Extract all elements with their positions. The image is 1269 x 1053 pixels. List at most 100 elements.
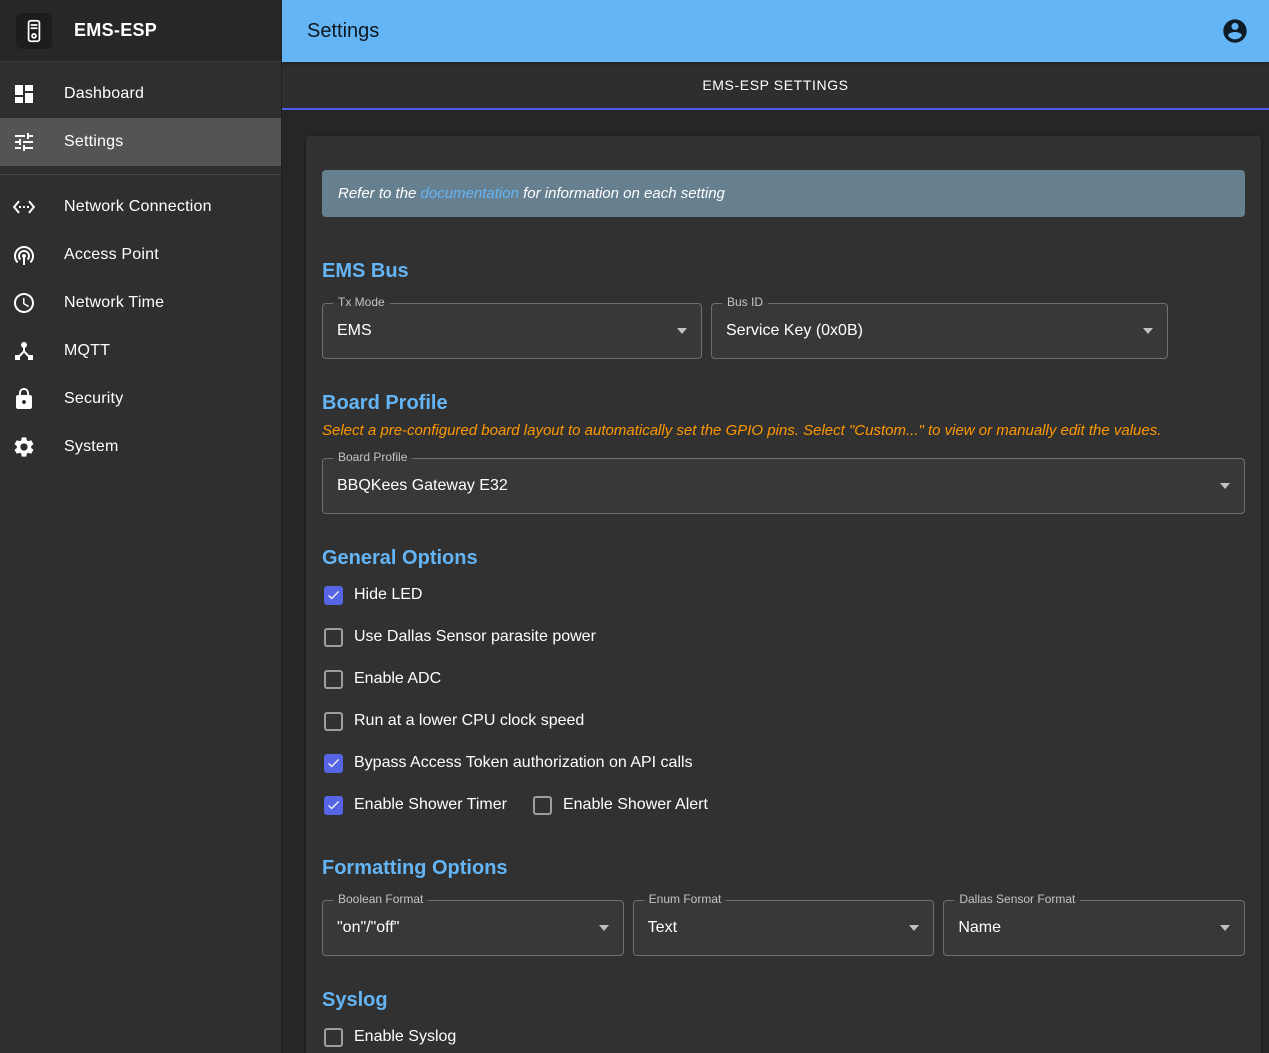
sidebar-item-dashboard[interactable]: Dashboard [0,70,281,118]
sidebar-divider [0,174,281,175]
sidebar-item-settings[interactable]: Settings [0,118,281,166]
checkbox-row: Enable Shower Timer Enable Shower Alert [322,784,1245,826]
sidebar-item-security[interactable]: Security [0,375,281,423]
sidebar-item-system[interactable]: System [0,423,281,471]
tab-label: EMS-ESP SETTINGS [702,77,848,93]
checkbox-row: Use Dallas Sensor parasite power [322,616,1245,658]
field-value: BBQKees Gateway E32 [337,477,508,495]
field-value: Service Key (0x0B) [726,322,863,340]
checkbox-enable-shower-timer[interactable]: Enable Shower Timer [322,796,507,815]
checkbox-icon [324,712,343,731]
dropdown-arrow-icon [677,328,687,334]
sidebar-item-access-point[interactable]: Access Point [0,231,281,279]
checkbox-label: Use Dallas Sensor parasite power [354,628,596,646]
checkbox-row: Bypass Access Token authorization on API… [322,742,1245,784]
checkbox-icon [324,670,343,689]
lock-icon [12,387,36,411]
wifi-tethering-icon [12,243,36,267]
select-bus-id[interactable]: Bus ID Service Key (0x0B) [711,303,1168,359]
ems-esp-logo-icon [16,13,52,49]
app-root: EMS-ESP Dashboard Settings Netwo [0,0,1269,1053]
sidebar-item-label: System [64,438,119,456]
dropdown-arrow-icon [1220,925,1230,931]
section-title-general-options: General Options [322,546,1245,570]
device-hub-icon [12,339,36,363]
info-banner: Refer to the documentation for informati… [322,170,1245,217]
content-scroll-area[interactable]: Refer to the documentation for informati… [282,110,1269,1053]
field-value: EMS [337,322,372,340]
sidebar-item-mqtt[interactable]: MQTT [0,327,281,375]
checkbox-label: Enable Shower Timer [354,796,507,814]
checkbox-label: Enable Syslog [354,1028,456,1046]
field-value: Name [958,919,1001,937]
dropdown-arrow-icon [909,925,919,931]
sidebar-header: EMS-ESP [0,0,281,62]
board-profile-fields: Board Profile BBQKees Gateway E32 [322,458,1245,514]
main-area: Settings EMS-ESP SETTINGS Refer to the d… [282,0,1269,1053]
select-board-profile[interactable]: Board Profile BBQKees Gateway E32 [322,458,1245,514]
checkbox-icon [533,796,552,815]
tune-icon [12,130,36,154]
checkbox-enable-syslog[interactable]: Enable Syslog [322,1028,456,1047]
syslog-options-list: Enable Syslog [322,1016,1245,1053]
ems-bus-fields: Tx Mode EMS Bus ID Service Key (0x0B) [322,303,1245,359]
gear-icon [12,435,36,459]
checkbox-icon [324,754,343,773]
select-enum-format[interactable]: Enum Format Text [633,900,935,956]
checkbox-enable-adc[interactable]: Enable ADC [322,670,441,689]
checkbox-label: Bypass Access Token authorization on API… [354,754,693,772]
dropdown-arrow-icon [1143,328,1153,334]
dropdown-arrow-icon [599,925,609,931]
banner-text: for information on each setting [519,185,725,202]
field-value: Text [648,919,677,937]
checkbox-icon [324,586,343,605]
checkbox-enable-shower-alert[interactable]: Enable Shower Alert [531,796,708,815]
ethernet-icon [12,195,36,219]
sidebar-item-network-connection[interactable]: Network Connection [0,183,281,231]
sidebar-item-label: Dashboard [64,85,144,103]
checkbox-row: Enable Syslog [322,1016,1245,1053]
sidebar-item-label: Network Connection [64,198,212,216]
field-label: Enum Format [644,892,727,906]
select-boolean-format[interactable]: Boolean Format "on"/"off" [322,900,624,956]
select-dallas-sensor-format[interactable]: Dallas Sensor Format Name [943,900,1245,956]
board-profile-hint: Select a pre-configured board layout to … [322,421,1245,440]
checkbox-label: Hide LED [354,586,422,604]
field-label: Dallas Sensor Format [954,892,1080,906]
checkbox-hide-led[interactable]: Hide LED [322,586,422,605]
account-icon[interactable] [1221,17,1249,45]
field-label: Board Profile [333,450,412,464]
general-options-list: Hide LED Use Dallas Sensor parasite powe… [322,574,1245,826]
sidebar-item-label: MQTT [64,342,110,360]
documentation-link[interactable]: documentation [421,185,519,202]
checkbox-row: Enable ADC [322,658,1245,700]
checkbox-bypass-access-token[interactable]: Bypass Access Token authorization on API… [322,754,693,773]
sidebar-item-label: Network Time [64,294,164,312]
formatting-fields: Boolean Format "on"/"off" Enum Format Te… [322,900,1245,956]
checkbox-label: Enable ADC [354,670,441,688]
checkbox-dallas-parasite-power[interactable]: Use Dallas Sensor parasite power [322,628,596,647]
checkbox-icon [324,628,343,647]
field-label: Tx Mode [333,295,390,309]
appbar: Settings [282,0,1269,62]
banner-text: Refer to the [338,185,421,202]
app-title: EMS-ESP [74,20,157,41]
checkbox-label: Enable Shower Alert [563,796,708,814]
select-tx-mode[interactable]: Tx Mode EMS [322,303,702,359]
sidebar-item-label: Access Point [64,246,159,264]
section-title-syslog: Syslog [322,988,1245,1012]
checkbox-icon [324,1028,343,1047]
sidebar-item-network-time[interactable]: Network Time [0,279,281,327]
dashboard-icon [12,82,36,106]
tab-ems-esp-settings[interactable]: EMS-ESP SETTINGS [282,62,1269,110]
settings-card: Refer to the documentation for informati… [306,136,1261,1053]
page-title: Settings [307,20,379,43]
sidebar-item-label: Settings [64,133,123,151]
checkbox-row: Hide LED [322,574,1245,616]
field-label: Boolean Format [333,892,428,906]
section-title-board-profile: Board Profile [322,391,1245,415]
sidebar-menu: Dashboard Settings Network Connection [0,62,281,471]
clock-icon [12,291,36,315]
dropdown-arrow-icon [1220,483,1230,489]
checkbox-lower-cpu-clock[interactable]: Run at a lower CPU clock speed [322,712,584,731]
